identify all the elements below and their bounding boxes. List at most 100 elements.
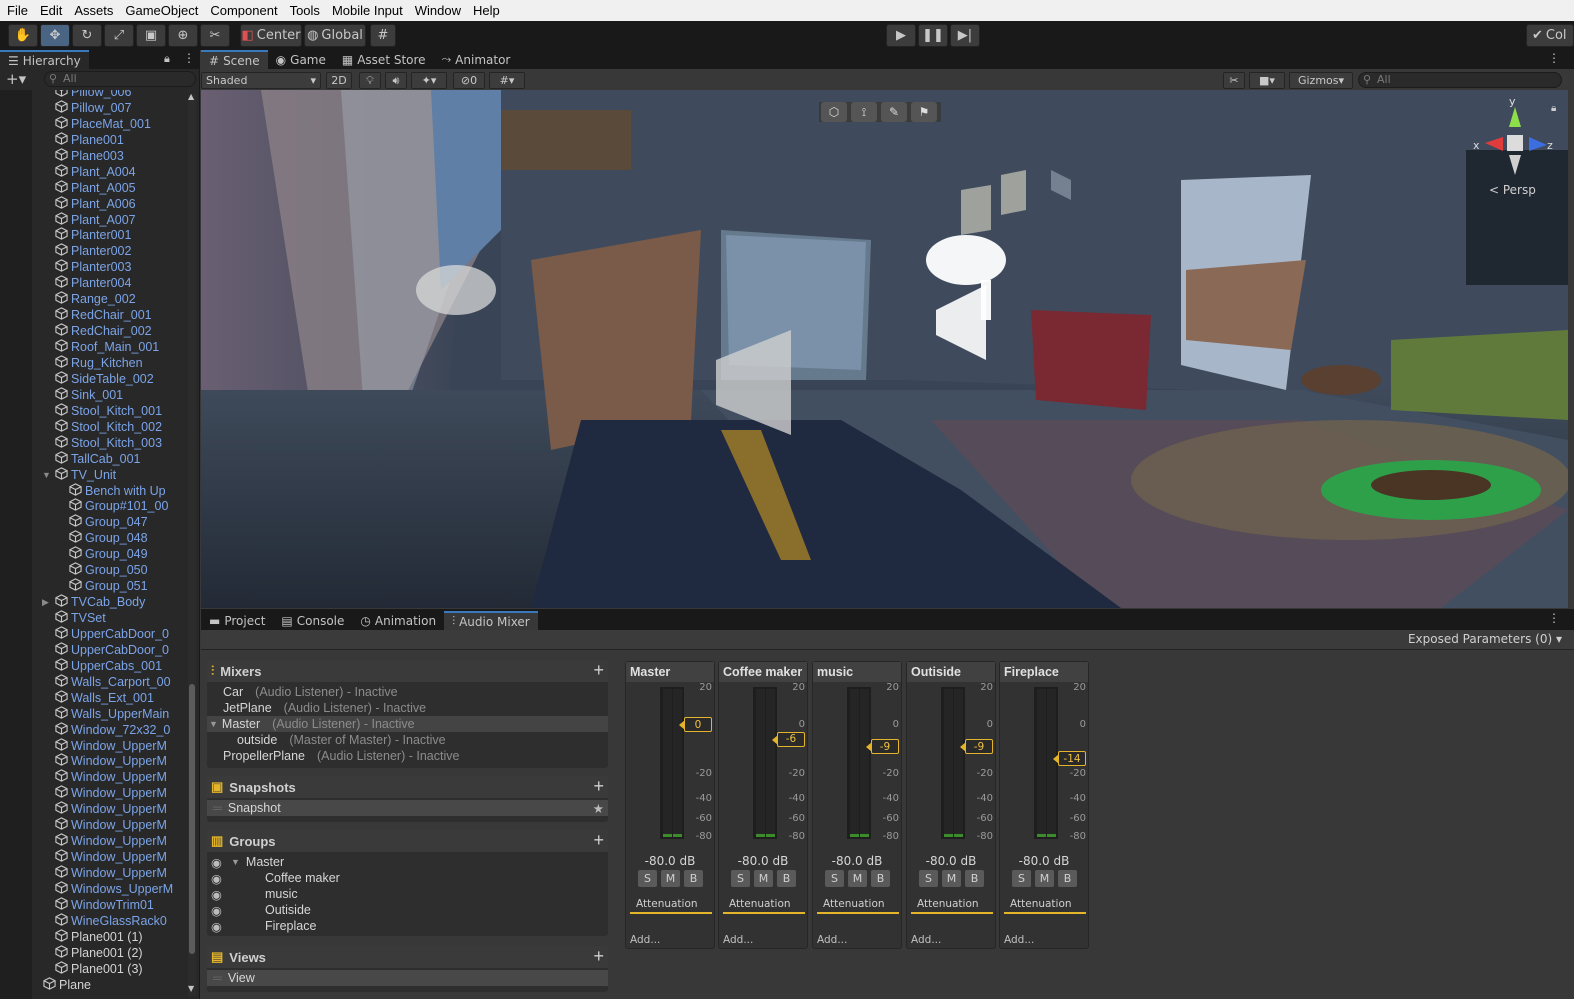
- menu-file[interactable]: File: [2, 3, 33, 18]
- hierarchy-item[interactable]: Pillow_006: [42, 90, 131, 100]
- attenuation-effect[interactable]: Attenuation: [1004, 898, 1086, 914]
- menu-edit[interactable]: Edit: [35, 3, 67, 18]
- rect-tool-icon[interactable]: ▣: [136, 24, 166, 47]
- hierarchy-item[interactable]: Window_UpperM: [42, 753, 167, 769]
- hierarchy-item[interactable]: Planter002: [42, 243, 131, 259]
- global-space-button[interactable]: ◍ Global: [304, 24, 366, 47]
- scene-more-icon[interactable]: ⋮: [1548, 51, 1560, 65]
- add-effect-button[interactable]: Add...: [630, 934, 660, 946]
- hierarchy-item[interactable]: Group_048: [56, 530, 148, 546]
- gizmo-lock-icon[interactable]: 🔒︎: [1551, 103, 1556, 114]
- hierarchy-item[interactable]: Window_UpperM: [42, 801, 167, 817]
- mixer-row[interactable]: outside (Master of Master) - Inactive: [207, 732, 608, 748]
- solo-button[interactable]: S: [825, 870, 844, 887]
- bypass-button[interactable]: B: [684, 870, 703, 887]
- add-effect-button[interactable]: Add...: [817, 934, 847, 946]
- mute-button[interactable]: M: [754, 870, 773, 887]
- group-row[interactable]: ◉ Fireplace: [207, 918, 608, 934]
- exposed-parameters-dropdown[interactable]: Exposed Parameters (0) ▾: [1408, 632, 1562, 646]
- foldout-arrow-icon[interactable]: ▼: [209, 719, 218, 729]
- lighting-icon[interactable]: 💡︎: [359, 72, 381, 89]
- foldout-arrow-icon[interactable]: ▼: [42, 470, 52, 480]
- lock-icon[interactable]: 🔒︎: [164, 52, 170, 66]
- step-button[interactable]: ▶|: [950, 24, 980, 47]
- hierarchy-item[interactable]: WineGlassRack0: [42, 913, 167, 929]
- hierarchy-item[interactable]: Plane001: [42, 132, 124, 148]
- foldout-arrow-icon[interactable]: ▼: [231, 857, 240, 867]
- scroll-up-icon[interactable]: ▲: [188, 92, 194, 101]
- solo-button[interactable]: S: [638, 870, 657, 887]
- tab-hierarchy[interactable]: ☰ Hierarchy: [0, 50, 89, 69]
- foldout-arrow-icon[interactable]: ▶: [42, 597, 52, 608]
- move-tool-icon[interactable]: ✥: [40, 24, 70, 47]
- solo-button[interactable]: S: [1012, 870, 1031, 887]
- volume-fader[interactable]: -6: [772, 731, 805, 747]
- volume-fader[interactable]: -9: [960, 739, 993, 755]
- mixer-row[interactable]: Car (Audio Listener) - Inactive: [207, 684, 608, 700]
- collab-button[interactable]: ✔ Col: [1526, 24, 1574, 47]
- hierarchy-item[interactable]: Window_UpperM: [42, 865, 167, 881]
- hierarchy-item[interactable]: RedChair_001: [42, 307, 152, 323]
- hierarchy-item[interactable]: UpperCabDoor_0: [42, 626, 169, 642]
- hierarchy-item[interactable]: Plane: [32, 976, 91, 993]
- menu-tools[interactable]: Tools: [285, 3, 325, 18]
- bypass-button[interactable]: B: [965, 870, 984, 887]
- hierarchy-item[interactable]: Window_UpperM: [42, 849, 167, 865]
- tab-console[interactable]: ▤ Console: [273, 611, 352, 630]
- scrollbar-thumb[interactable]: [189, 684, 195, 954]
- star-icon[interactable]: ★: [593, 801, 604, 816]
- add-mixer-button[interactable]: +: [593, 660, 604, 681]
- hierarchy-item[interactable]: Plane001 (2): [42, 945, 143, 961]
- menu-window[interactable]: Window: [410, 3, 466, 18]
- hierarchy-item[interactable]: Range_002: [42, 291, 136, 307]
- solo-button[interactable]: S: [731, 870, 750, 887]
- mixer-row[interactable]: JetPlane (Audio Listener) - Inactive: [207, 700, 608, 716]
- tab-animation[interactable]: ◷ Animation: [352, 611, 444, 630]
- attenuation-effect[interactable]: Attenuation: [817, 898, 899, 914]
- hierarchy-item[interactable]: Window_UpperM: [42, 769, 167, 785]
- hierarchy-item[interactable]: Sink_001: [42, 387, 123, 403]
- hierarchy-item[interactable]: Window_UpperM: [42, 833, 167, 849]
- hierarchy-item[interactable]: Walls_Carport_00: [42, 674, 171, 690]
- tools-icon[interactable]: ✂: [1223, 72, 1245, 89]
- add-group-button[interactable]: +: [593, 830, 604, 851]
- menu-gameobject[interactable]: GameObject: [120, 3, 203, 18]
- group-row[interactable]: ◉ Coffee maker: [207, 870, 608, 886]
- add-effect-button[interactable]: Add...: [911, 934, 941, 946]
- hierarchy-item[interactable]: Window_UpperM: [42, 737, 167, 754]
- scale-tool-icon[interactable]: ⤢: [104, 24, 134, 47]
- attenuation-effect[interactable]: Attenuation: [630, 898, 712, 914]
- mute-button[interactable]: M: [942, 870, 961, 887]
- hierarchy-item[interactable]: Planter004: [42, 275, 131, 291]
- path-tool-icon[interactable]: ⟟: [851, 102, 877, 122]
- hierarchy-item[interactable]: UpperCabDoor_0: [42, 642, 169, 658]
- transform-tool-icon[interactable]: ⊕: [168, 24, 198, 47]
- grid-dropdown-icon[interactable]: #▾: [489, 72, 525, 89]
- eye-icon[interactable]: ◉: [211, 855, 231, 870]
- hierarchy-search-input[interactable]: ⚲ All: [44, 71, 196, 87]
- tab-scene[interactable]: # Scene: [201, 50, 268, 69]
- hierarchy-item[interactable]: Pillow_007: [42, 100, 131, 116]
- hidden-objects-toggle[interactable]: ⊘ 0: [453, 72, 485, 89]
- hierarchy-item[interactable]: Window_72x32_0: [42, 721, 170, 738]
- volume-fader[interactable]: -9: [866, 739, 899, 755]
- menu-assets[interactable]: Assets: [69, 3, 118, 18]
- hand-tool-icon[interactable]: ✋: [8, 24, 38, 47]
- mute-button[interactable]: M: [848, 870, 867, 887]
- hierarchy-item[interactable]: Window_UpperM: [42, 785, 167, 801]
- snapshot-row[interactable]: ═ Snapshot ★: [207, 800, 608, 816]
- hierarchy-item[interactable]: Walls_UpperMain: [42, 705, 169, 722]
- hierarchy-item[interactable]: Group_050: [56, 562, 148, 578]
- hierarchy-item[interactable]: Plant_A006: [42, 195, 136, 212]
- eye-icon[interactable]: ◉: [211, 903, 231, 918]
- hierarchy-item[interactable]: UpperCabs_001: [42, 658, 162, 674]
- view-row[interactable]: ═ View: [207, 970, 608, 986]
- mixer-row[interactable]: ▼ Master (Audio Listener) - Inactive: [207, 716, 608, 732]
- tab-project[interactable]: ▬ Project: [201, 611, 273, 630]
- pause-button[interactable]: ❚❚: [918, 24, 948, 47]
- eye-icon[interactable]: ◉: [211, 871, 231, 886]
- camera-dropdown-icon[interactable]: ■▾: [1249, 72, 1285, 89]
- hierarchy-scrollbar[interactable]: ▲ ▼: [188, 92, 196, 996]
- hierarchy-item[interactable]: ▼ TV_Unit: [42, 466, 116, 483]
- solo-button[interactable]: S: [919, 870, 938, 887]
